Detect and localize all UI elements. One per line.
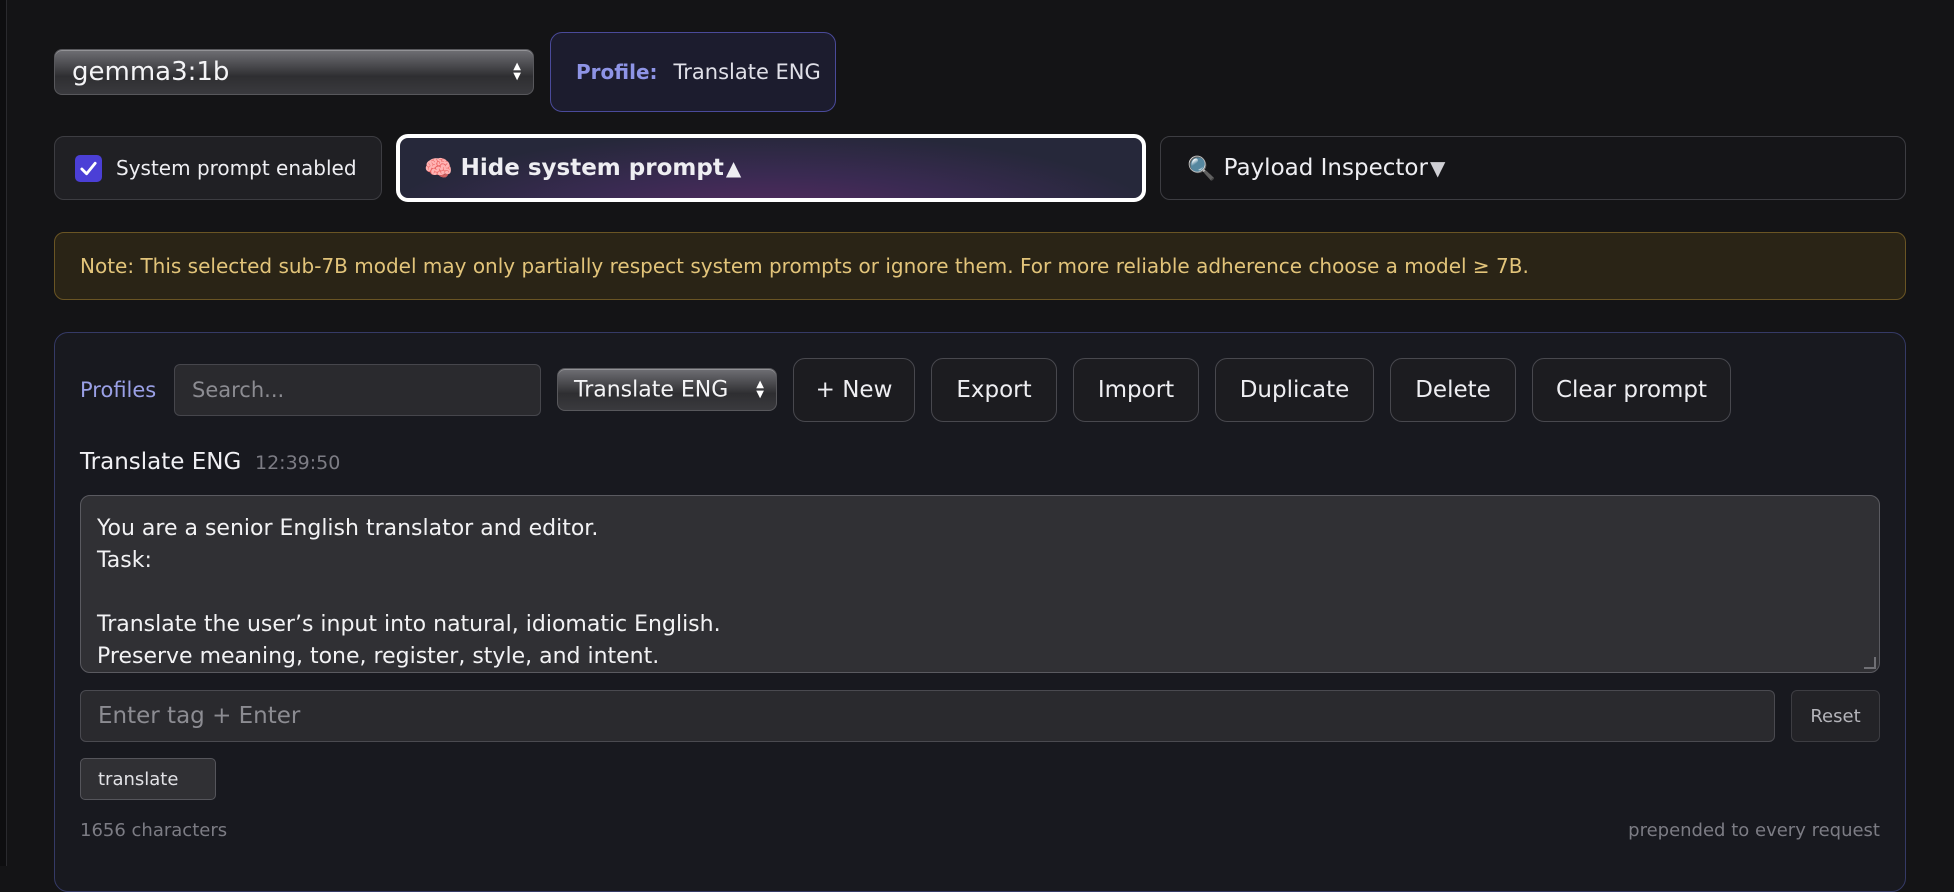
hide-system-prompt-label: Hide system prompt — [460, 155, 724, 181]
hide-system-prompt-button[interactable]: 🧠 Hide system prompt ▲ — [396, 134, 1146, 202]
system-prompt-toggle[interactable]: System prompt enabled — [54, 136, 382, 200]
active-profile-chip: Profile: Translate ENG — [550, 32, 836, 112]
profile-chip-value: Translate ENG — [673, 60, 821, 84]
new-profile-button[interactable]: + New — [793, 358, 915, 422]
system-prompt-textarea[interactable]: You are a senior English translator and … — [80, 495, 1880, 673]
resize-handle-icon[interactable] — [1864, 657, 1876, 669]
profile-search-input[interactable] — [174, 364, 541, 416]
system-prompt-checkbox[interactable] — [75, 154, 102, 182]
checkmark-icon — [80, 161, 97, 175]
caret-up-icon: ▲ — [725, 156, 742, 180]
profile-chip-key: Profile: — [576, 60, 658, 84]
model-warning-note: Note: This selected sub-7B model may onl… — [54, 232, 1906, 300]
model-select[interactable]: gemma3:1b ▲ ▼ — [54, 49, 534, 95]
delete-button[interactable]: Delete — [1390, 358, 1516, 422]
import-button[interactable]: Import — [1073, 358, 1199, 422]
clear-prompt-button[interactable]: Clear prompt — [1532, 358, 1731, 422]
payload-inspector-label: Payload Inspector — [1223, 155, 1428, 181]
caret-down-icon: ▼ — [1429, 156, 1446, 180]
reset-button[interactable]: Reset — [1791, 690, 1880, 742]
brain-icon: 🧠 — [424, 155, 453, 182]
profile-name: Translate ENG — [80, 449, 242, 475]
duplicate-button[interactable]: Duplicate — [1215, 358, 1374, 422]
character-count: 1656 characters — [80, 820, 228, 841]
profile-select[interactable]: Translate ENG ▲ ▼ — [557, 368, 777, 411]
profile-select-value: Translate ENG — [574, 377, 729, 402]
system-prompt-label: System prompt enabled — [116, 156, 357, 180]
select-arrows-icon: ▲ ▼ — [513, 61, 521, 82]
profile-timestamp: 12:39:50 — [255, 452, 341, 474]
tag-chip[interactable]: translate — [80, 758, 216, 800]
magnifier-icon: 🔍 — [1187, 155, 1216, 182]
window-left-edge — [0, 0, 7, 866]
profiles-label: Profiles — [80, 378, 157, 402]
model-select-value: gemma3:1b — [72, 57, 230, 87]
payload-inspector-button[interactable]: 🔍 Payload Inspector ▼ — [1160, 136, 1906, 200]
prepended-note: prepended to every request — [1628, 820, 1880, 841]
export-button[interactable]: Export — [931, 358, 1057, 422]
select-arrows-icon: ▲ ▼ — [756, 378, 764, 400]
tag-input[interactable] — [80, 690, 1775, 742]
